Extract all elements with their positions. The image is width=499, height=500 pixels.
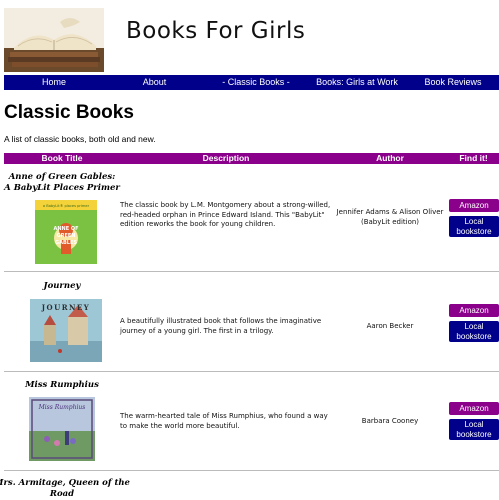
book-title: Anne of Green Gables: A BabyLit Places P… (4, 172, 120, 193)
book-title: Mrs. Armitage, Queen of the Road (0, 478, 130, 499)
local-bookstore-label-line2: bookstore (456, 429, 492, 439)
book-author: Aaron Becker (366, 322, 414, 330)
column-header-title: Book Title (41, 153, 83, 163)
cover-text: JOURNEY (41, 303, 91, 312)
book-title: Journey (43, 281, 81, 291)
page-intro: A list of classic books, both old and ne… (4, 134, 156, 144)
nav-about[interactable]: About (104, 75, 205, 90)
column-header-find-it: Find it! (459, 153, 488, 163)
column-header-author: Author (376, 153, 404, 163)
amazon-button[interactable]: Amazon (449, 402, 499, 415)
local-bookstore-label-line2: bookstore (456, 226, 492, 236)
page-title: Classic Books (4, 102, 134, 123)
svg-text:GABLES: GABLES (55, 240, 77, 246)
book-description: The warm-hearted tale of Miss Rumphius, … (120, 412, 328, 430)
nav-girls-at-work[interactable]: Books: Girls at Work (307, 75, 407, 90)
amazon-button[interactable]: Amazon (449, 199, 499, 212)
table-row: Anne of Green Gables: A BabyLit Places P… (4, 165, 499, 272)
local-bookstore-label-line2: bookstore (456, 331, 492, 341)
local-bookstore-label-line1: Local (464, 322, 484, 331)
site-header: Books For Girls (0, 0, 499, 75)
book-cover-image[interactable]: JOURNEY (30, 299, 102, 362)
book-author: Jennifer Adams & Alison Oliver (BabyLit … (336, 208, 444, 226)
svg-text:ANNE OF: ANNE OF (53, 226, 78, 232)
table-row: Mrs. Armitage, Queen of the Road (0, 471, 499, 500)
column-header-description: Description (202, 153, 250, 163)
book-description: A beautifully illustrated book that foll… (120, 317, 322, 335)
table-row: Journey JOURNEY A beautifully illustrate… (4, 272, 499, 372)
nav-book-reviews[interactable]: Book Reviews (407, 75, 499, 90)
book-author: Barbara Cooney (361, 417, 419, 425)
local-bookstore-button[interactable]: Local bookstore (449, 419, 499, 440)
local-bookstore-label-line1: Local (464, 217, 484, 226)
nav-home[interactable]: Home (4, 75, 104, 90)
cover-text: Miss Rumphius (38, 404, 86, 411)
book-cover-image[interactable]: a BabyLit® places primer ANNE OF GREEN G… (35, 200, 97, 264)
local-bookstore-button[interactable]: Local bookstore (449, 321, 499, 342)
table-row: Miss Rumphius Miss Rumphius The warm-hea… (4, 372, 499, 471)
site-title: Books For Girls (126, 18, 306, 44)
nav-classic-books[interactable]: - Classic Books - (205, 75, 307, 90)
amazon-button[interactable]: Amazon (449, 304, 499, 317)
main-nav: Home About - Classic Books - Books: Girl… (4, 75, 499, 90)
books-logo-icon[interactable] (4, 8, 104, 72)
local-bookstore-label-line1: Local (464, 420, 484, 429)
book-title: Miss Rumphius (25, 380, 99, 390)
book-cover-image[interactable]: Miss Rumphius (29, 397, 95, 461)
svg-text:GREEN: GREEN (57, 233, 76, 239)
cover-text-top: a BabyLit® places primer (43, 204, 90, 208)
book-description: The classic book by L.M. Montgomery abou… (120, 201, 331, 228)
local-bookstore-button[interactable]: Local bookstore (449, 216, 499, 237)
table-header: Book Title Description Author Find it! (4, 153, 499, 164)
